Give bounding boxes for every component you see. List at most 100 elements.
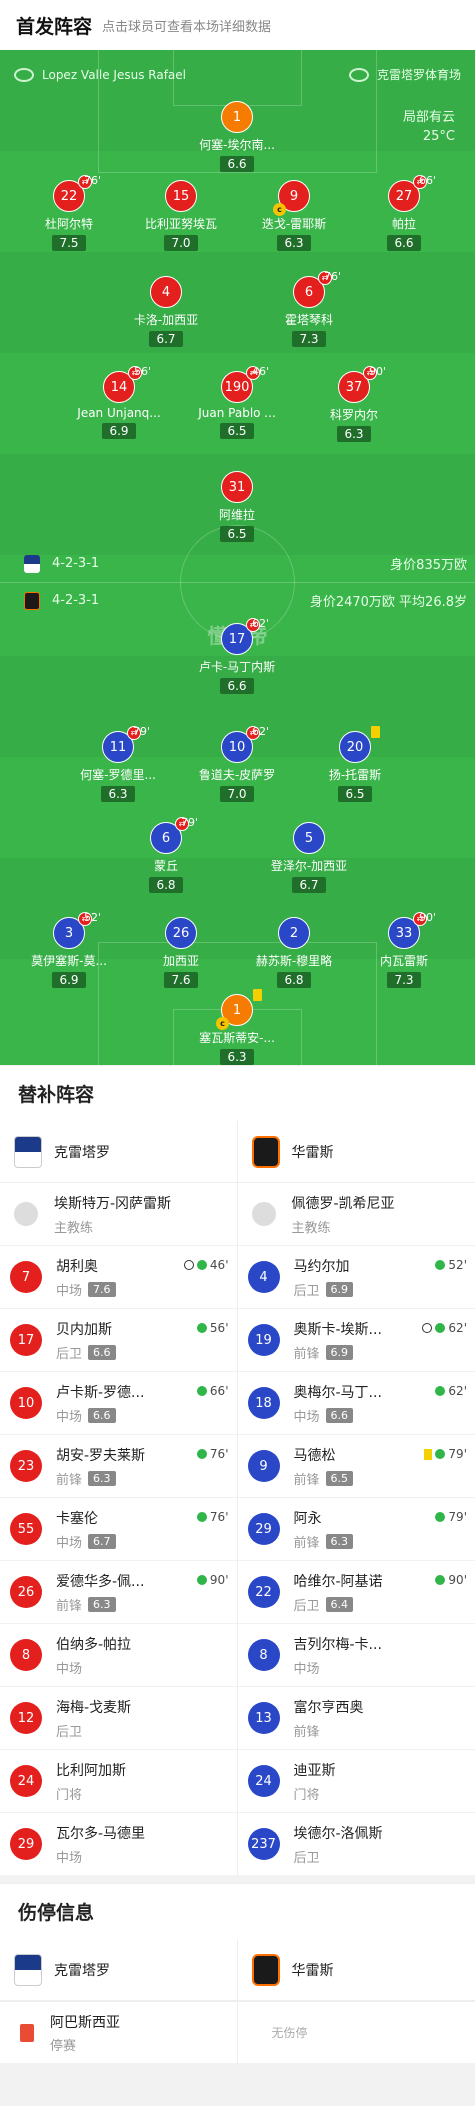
player-rating: 7.3 [387,972,421,988]
stadium-icon [348,67,369,82]
player-away[interactable]: 3 ⇄ 52' 莫伊塞斯-莫... 6.9 [14,911,124,988]
sub-number-badge: 18 [247,1387,280,1419]
away-team-header[interactable]: 华雷斯 [237,1121,475,1183]
player-rating: 7.0 [164,235,198,251]
sub-player-row[interactable]: 9 马德松 前锋 6.5 79' [237,1434,475,1497]
player-home[interactable]: 15 比利亚努埃瓦 7.0 [126,180,236,251]
sub-player-name: 贝内加斯 [56,1321,112,1338]
sub-player-row[interactable]: 7 胡利奥 中场 7.6 46' [0,1245,237,1308]
sub-number-badge: 10 [10,1387,42,1419]
sub-player-row[interactable]: 23 胡安-罗夫莱斯 前锋 6.3 76' [0,1434,237,1497]
sub-position: 前锋 [56,1472,83,1488]
player-home[interactable]: 9c 迭戈-雷耶斯 6.3 [239,180,349,251]
sub-in-icon [196,1260,207,1270]
sub-player-row[interactable]: 24 比利阿加斯 门将 [0,1749,237,1812]
player-home[interactable]: 27 ⇄ 66' 帕拉 6.6 [349,174,459,251]
player-rating: 6.5 [220,526,254,542]
player-home[interactable]: 31 阿维拉 6.5 [182,471,292,542]
sub-player-row[interactable]: 29 阿永 前锋 6.3 79' [237,1497,475,1560]
sub-number-badge: 8 [247,1639,280,1671]
sub-in-time: 62' [422,1321,467,1335]
sub-player-name: 瓦尔多-马德里 [56,1825,146,1842]
sub-in-icon [196,1512,207,1522]
player-away[interactable]: 17 ⇄ 62' 卢卡-马丁内斯 6.6 [182,617,292,694]
player-away[interactable]: 26 加西亚 7.6 [126,917,236,988]
player-name: 蒙丘 [153,859,178,873]
page-subtitle: 点击球员可查看本场详细数据 [102,19,272,35]
sub-rating: 6.7 [88,1533,116,1549]
sub-time: 79' [133,725,151,738]
sub-position: 中场 [293,1661,320,1677]
lineup-header: 首发阵容 点击球员可查看本场详细数据 [0,0,475,50]
player-rating: 7.0 [220,786,254,802]
sub-position: 中场 [56,1850,83,1866]
sub-position: 门将 [56,1787,83,1803]
sub-in-icon [196,1575,207,1585]
sub-player-row[interactable]: 237 埃德尔-洛佩斯 后卫 [237,1812,475,1875]
player-home[interactable]: 14 ⇄ 56' Jean Unjanq... 6.9 [64,365,174,439]
whistle-icon [14,67,34,82]
player-away[interactable]: 6 ⇄ 79' 蒙丘 6.8 [111,816,221,893]
sub-rating: 6.9 [325,1344,354,1360]
player-away[interactable]: 33 ⇄ 90' 内瓦雷斯 7.3 [349,911,459,988]
home-injury-team: 克雷塔罗 [0,1939,237,2001]
player-rating: 6.3 [337,426,371,442]
player-number-badge: 9c [273,180,310,216]
sub-number-badge: 12 [10,1702,42,1734]
sub-number-badge: 17 [10,1324,42,1356]
player-home[interactable]: 37 ⇄ 90' 科罗内尔 6.3 [299,365,409,442]
sub-player-row[interactable]: 19 奥斯卡-埃斯... 前锋 6.9 62' [237,1308,475,1371]
referee-name: Lopez Valle Jesus Rafael [42,67,186,82]
player-away[interactable]: 20 扬-托雷斯 6.5 [300,726,410,802]
player-home-gk[interactable]: 1 何塞-埃尔南... 6.6 [182,101,292,172]
page-title: 首发阵容 [16,15,93,38]
player-home[interactable]: 190 ⇄ 46' Juan Pablo ... 6.5 [182,365,292,439]
player-home[interactable]: 6 ⇄ 76' 霍塔琴科 7.3 [254,270,364,347]
sub-player-row[interactable]: 29 瓦尔多-马德里 中场 [0,1812,237,1875]
away-team-name: 华雷斯 [291,1962,334,1979]
sub-player-row[interactable]: 17 贝内加斯 后卫 6.6 56' [0,1308,237,1371]
home-coach[interactable]: 埃斯特万-冈萨雷斯 主教练 [0,1183,237,1245]
player-home[interactable]: 22 ⇄ 76' 杜阿尔特 7.5 [14,174,124,251]
sub-player-row[interactable]: 13 富尔亨西奥 前锋 [237,1686,475,1749]
sub-in-time: 90' [435,1573,467,1587]
player-name: 阿维拉 [218,508,255,522]
away-subs: 华雷斯 佩德罗-凯希尼亚 主教练 4 马约尔加 后卫 6.9 52' 19 奥斯卡-埃斯..… [237,1121,475,1875]
coach-role: 主教练 [291,1220,331,1236]
sub-player-row[interactable]: 12 海梅-戈麦斯 后卫 [0,1686,237,1749]
sub-player-name: 胡利奥 [56,1258,98,1275]
home-subs: 克雷塔罗 埃斯特万-冈萨雷斯 主教练 7 胡利奥 中场 7.6 46' 17 贝内加斯后卫 6… [0,1121,238,1875]
stadium-name: 克雷塔罗体育场 [376,68,461,82]
player-away[interactable]: 10 ⇄ 62' 鲁道夫-皮萨罗 7.0 [182,725,292,802]
player-number-badge: 17 ⇄ [221,618,260,655]
sub-position: 前锋 [293,1724,320,1740]
sub-in-time: 90' [196,1573,229,1587]
home-team-header[interactable]: 克雷塔罗 [0,1121,237,1183]
sub-in-time: 46' [183,1258,229,1272]
sub-time: 46' [252,365,270,378]
sub-player-row[interactable]: 22 哈维尔-阿基诺 后卫 6.4 90' [237,1560,475,1623]
away-coach[interactable]: 佩德罗-凯希尼亚 主教练 [238,1183,475,1245]
sub-player-row[interactable]: 4 马约尔加 后卫 6.9 52' [237,1245,475,1308]
player-home[interactable]: 4 卡洛-加西亚 6.7 [111,276,221,347]
sub-player-row[interactable]: 8 伯纳多-帕拉 中场 [0,1623,237,1686]
injured-player-name: 阿巴斯西亚 [50,2014,120,2031]
home-team-name: 克雷塔罗 [54,1962,110,1979]
sub-player-row[interactable]: 18 奥梅尔-马丁... 中场 6.6 62' [237,1371,475,1434]
player-away[interactable]: 2 赫苏斯-穆里略 6.8 [239,917,349,988]
sub-player-row[interactable]: 24 迪亚斯 门将 [237,1749,475,1812]
player-away-gk[interactable]: 1c 塞瓦斯蒂安-... 6.3 [182,989,292,1065]
injury-item[interactable]: 阿巴斯西亚 停赛 [0,2001,237,2063]
sub-player-row[interactable]: 10 卢卡斯-罗德... 中场 6.6 66' [0,1371,237,1434]
sub-player-row[interactable]: 8 吉列尔梅-卡... 中场 [237,1623,475,1686]
player-away[interactable]: 11 ⇄ 79' 何塞-罗德里... 6.3 [63,725,173,802]
sub-position: 后卫 [56,1724,83,1740]
player-number-badge: 3 ⇄ [53,912,92,949]
sub-in-icon [435,1575,446,1585]
sub-in-time: 62' [435,1384,467,1398]
sub-in-time: 79' [424,1447,467,1461]
sub-number-badge: 237 [247,1828,280,1860]
sub-player-row[interactable]: 26 爱德华多-佩... 前锋 6.3 90' [0,1560,237,1623]
sub-player-row[interactable]: 55 卡塞伦 中场 6.7 76' [0,1497,237,1560]
player-away[interactable]: 5 登泽尔-加西亚 6.7 [254,822,364,893]
